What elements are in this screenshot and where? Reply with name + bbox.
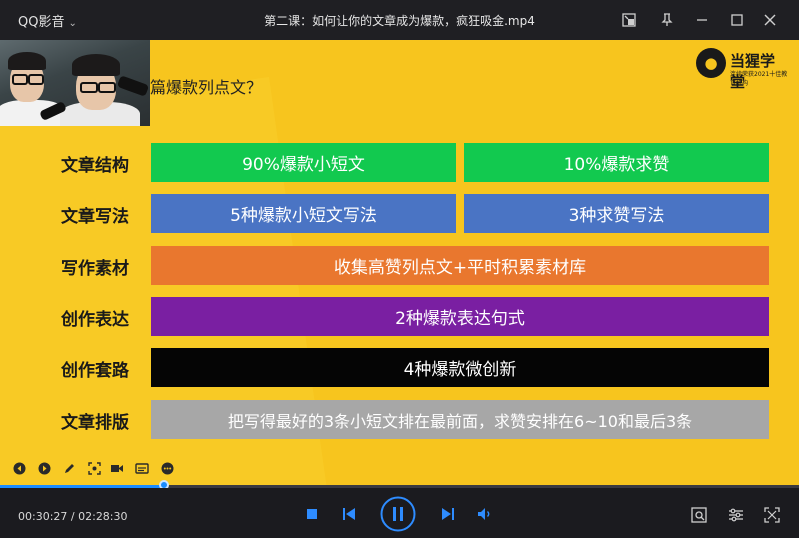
total-time: 02:28:30: [78, 510, 128, 523]
mini-mode-button[interactable]: [617, 8, 641, 32]
previous-icon: [342, 508, 355, 520]
row-label: 创作套路: [61, 361, 129, 381]
slide-question: 篇爆款列点文？: [150, 78, 263, 97]
table-cell: 2种爆款表达句式: [151, 297, 769, 336]
table-cell: 4种爆款微创新: [151, 348, 769, 387]
stop-button[interactable]: [305, 507, 319, 521]
window-title: 第二课：如何让你的文章成为爆款，疯狂吸金.mp4: [264, 14, 535, 28]
table-cell: 收集高赞列点文+平时积累素材库: [151, 246, 769, 285]
screenshot-button[interactable]: [690, 506, 708, 524]
table-cell: 90%爆款小短文: [151, 143, 456, 182]
row-label: 文章排版: [61, 413, 129, 433]
table-cell: 5种爆款小短文写法: [151, 194, 456, 233]
table-cell: 把写得最好的3条小短文排在最前面，求赞安排在6~10和最后3条: [151, 400, 769, 439]
next-button[interactable]: [439, 507, 455, 521]
volume-icon: [478, 508, 490, 520]
webcam-overlay: [0, 40, 150, 126]
stop-icon: [307, 509, 317, 519]
fullscreen-button[interactable]: [763, 506, 781, 524]
row-label: 文章写法: [61, 207, 129, 227]
pause-icon: [380, 496, 416, 532]
minimize-icon: [697, 19, 707, 21]
previous-button[interactable]: [341, 507, 357, 521]
video-frame[interactable]: 篇爆款列点文？ ● 当猩学堂 连续荣获2021十佳教育机构 文章结构 90%爆款小…: [0, 40, 799, 485]
screenshot-icon[interactable]: [87, 461, 101, 475]
image-search-icon: [691, 507, 707, 523]
control-bar: 00:30:27 / 02:28:30: [0, 488, 799, 538]
close-icon: [764, 14, 776, 26]
mini-mode-icon: [622, 13, 636, 27]
next-icon: [441, 508, 454, 520]
time-display: 00:30:27 / 02:28:30: [18, 510, 128, 523]
pause-button[interactable]: [380, 496, 416, 532]
row-label: 写作素材: [61, 259, 129, 279]
settings-button[interactable]: [727, 506, 745, 524]
pen-icon[interactable]: [62, 461, 76, 475]
record-icon[interactable]: [110, 461, 124, 475]
maximize-button[interactable]: [725, 8, 749, 32]
subtitle-icon[interactable]: [135, 461, 149, 475]
fullscreen-icon: [764, 507, 780, 523]
pin-icon: [661, 13, 673, 26]
pin-button[interactable]: [655, 8, 679, 32]
maximize-icon: [731, 14, 743, 26]
logo-subtitle: 连续荣获2021十佳教育机构: [730, 71, 788, 87]
close-button[interactable]: [758, 8, 782, 32]
forward-icon[interactable]: [37, 461, 51, 475]
monkey-logo-icon: ●: [696, 48, 726, 78]
row-label: 文章结构: [61, 156, 129, 176]
table-cell: 10%爆款求赞: [464, 143, 769, 182]
volume-button[interactable]: [476, 506, 494, 522]
row-label: 创作表达: [61, 310, 129, 330]
equalizer-icon: [729, 508, 743, 522]
title-bar: QQ影音 ⌄ 第二课：如何让你的文章成为爆款，疯狂吸金.mp4: [0, 0, 799, 40]
table-cell: 3种求赞写法: [464, 194, 769, 233]
brand-logo: ● 当猩学堂 连续荣获2021十佳教育机构: [694, 48, 788, 91]
rewind-icon[interactable]: [12, 461, 26, 475]
more-icon[interactable]: [160, 461, 174, 475]
current-time: 00:30:27: [18, 510, 68, 523]
minimize-button[interactable]: [690, 8, 714, 32]
